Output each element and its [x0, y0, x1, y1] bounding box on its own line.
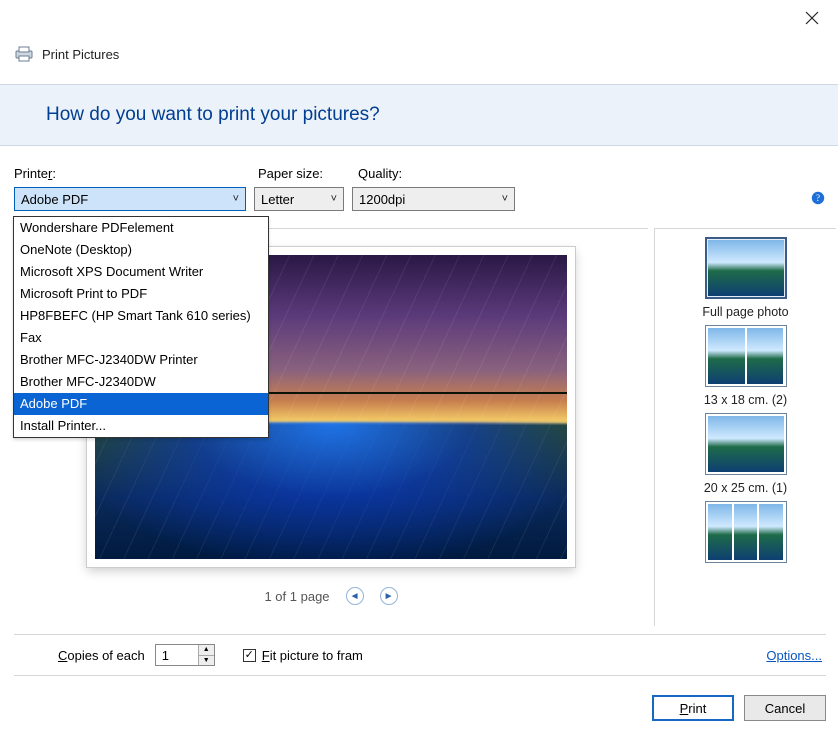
arrow-left-icon: ◄: [350, 591, 360, 602]
dialog-title: Print Pictures: [42, 47, 119, 62]
help-icon: ?: [811, 191, 825, 205]
printer-label: Printer:: [14, 166, 258, 181]
next-page-button[interactable]: ►: [380, 587, 398, 605]
printer-option[interactable]: Microsoft XPS Document Writer: [14, 261, 268, 283]
printer-option[interactable]: Wondershare PDFelement: [14, 217, 268, 239]
printer-option[interactable]: Brother MFC-J2340DW Printer: [14, 349, 268, 371]
paper-size-label: Paper size:: [258, 166, 358, 181]
paper-size-select[interactable]: Letter ˅: [254, 187, 344, 211]
layout-thumb: [705, 501, 787, 563]
layout-thumb: [705, 413, 787, 475]
printer-option[interactable]: Microsoft Print to PDF: [14, 283, 268, 305]
chevron-down-icon: ˅: [331, 193, 337, 205]
help-button[interactable]: ?: [810, 190, 826, 206]
copies-spinner[interactable]: ▲ ▼: [155, 644, 215, 666]
printer-option[interactable]: HP8FBEFC (HP Smart Tank 610 series): [14, 305, 268, 327]
printer-option[interactable]: Fax: [14, 327, 268, 349]
close-button[interactable]: [802, 8, 822, 28]
print-button[interactable]: Print: [652, 695, 734, 721]
quality-label: Quality:: [358, 166, 528, 181]
copies-down-button[interactable]: ▼: [198, 655, 214, 665]
copies-label: Copies of each: [58, 648, 145, 663]
dialog-buttons: Print Cancel: [652, 695, 826, 721]
layout-thumb: [705, 325, 787, 387]
printer-option[interactable]: Install Printer...: [14, 415, 268, 437]
title-bar: Print Pictures: [14, 46, 826, 62]
fit-picture-label: Fit picture to fram: [262, 648, 363, 663]
layout-option[interactable]: 13 x 18 cm. (2): [704, 325, 787, 407]
svg-text:?: ?: [816, 193, 820, 203]
printer-option[interactable]: OneNote (Desktop): [14, 239, 268, 261]
copies-up-button[interactable]: ▲: [198, 645, 214, 655]
copies-row: Copies of each ▲ ▼ ✓ Fit picture to fram…: [14, 634, 826, 676]
quality-select[interactable]: 1200dpi ˅: [352, 187, 515, 211]
layout-thumb: [705, 237, 787, 299]
layout-label: 20 x 25 cm. (1): [704, 481, 787, 495]
chevron-down-icon: ˅: [502, 193, 508, 205]
pager-label: 1 of 1 page: [264, 589, 329, 604]
printer-select[interactable]: Adobe PDF ˅: [14, 187, 246, 211]
banner-title: How do you want to print your pictures?: [46, 104, 380, 126]
printer-dropdown[interactable]: Wondershare PDFelementOneNote (Desktop)M…: [13, 216, 269, 438]
chevron-down-icon: ˅: [233, 193, 239, 205]
layout-label: Full page photo: [702, 305, 788, 319]
layout-option[interactable]: [705, 501, 787, 563]
print-controls: Printer: Paper size: Quality: Adobe PDF …: [14, 166, 826, 211]
prev-page-button[interactable]: ◄: [346, 587, 364, 605]
layout-option[interactable]: Full page photo: [702, 237, 788, 319]
printer-icon: [14, 46, 34, 62]
printer-option[interactable]: Adobe PDF: [14, 393, 268, 415]
pager: 1 of 1 page ◄ ►: [264, 587, 397, 605]
arrow-right-icon: ►: [384, 591, 394, 602]
printer-option[interactable]: Brother MFC-J2340DW: [14, 371, 268, 393]
checkbox-icon: ✓: [243, 649, 256, 662]
layout-label: 13 x 18 cm. (2): [704, 393, 787, 407]
cancel-button[interactable]: Cancel: [744, 695, 826, 721]
quality-value: 1200dpi: [359, 192, 405, 207]
printer-select-value: Adobe PDF: [21, 192, 88, 207]
banner: How do you want to print your pictures?: [0, 84, 838, 146]
paper-size-value: Letter: [261, 192, 294, 207]
copies-input[interactable]: [156, 645, 198, 665]
print-pictures-dialog: Print Pictures How do you want to print …: [0, 0, 840, 731]
options-link[interactable]: Options...: [766, 648, 826, 663]
layout-option[interactable]: 20 x 25 cm. (1): [704, 413, 787, 495]
layout-options: Full page photo 13 x 18 cm. (2) 20 x 25 cm…: [654, 228, 836, 626]
close-icon: [805, 11, 819, 25]
fit-picture-checkbox[interactable]: ✓ Fit picture to fram: [243, 648, 363, 663]
